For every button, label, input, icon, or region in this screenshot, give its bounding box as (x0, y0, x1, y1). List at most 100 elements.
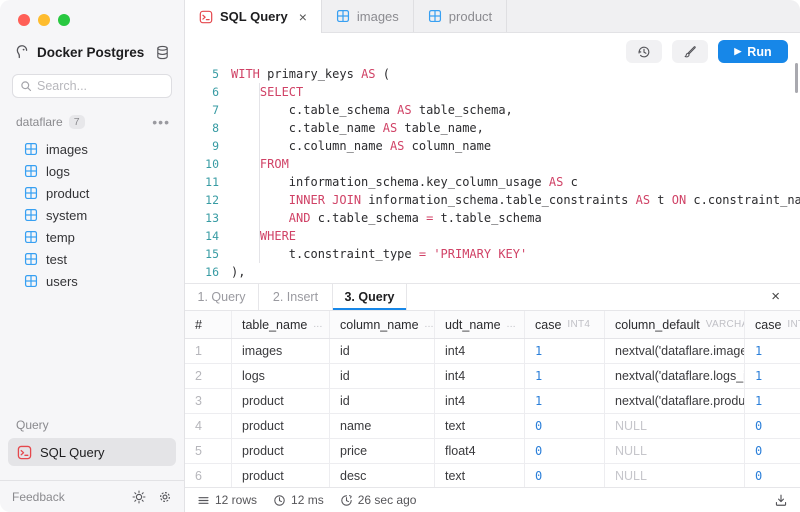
result-tab-2[interactable]: 2. Insert (259, 284, 333, 310)
table-cell[interactable]: id (330, 389, 435, 413)
connection-header: Docker Postgres (0, 36, 184, 66)
table-cell[interactable]: 0 (745, 414, 800, 438)
table-cell[interactable]: product (232, 389, 330, 413)
code-line: 16), (193, 263, 800, 281)
table-cell[interactable]: 4 (185, 414, 232, 438)
table-cell[interactable]: desc (330, 464, 435, 487)
download-icon[interactable] (774, 493, 788, 507)
traffic-light-zoom[interactable] (58, 14, 70, 26)
database-icon[interactable] (155, 45, 170, 60)
sidebar-item-system[interactable]: system (0, 204, 184, 226)
table-cell[interactable]: 0 (525, 464, 605, 487)
traffic-light-minimize[interactable] (38, 14, 50, 26)
table-cell[interactable]: 1 (185, 339, 232, 363)
table-cell[interactable]: price (330, 439, 435, 463)
table-cell[interactable]: text (435, 464, 525, 487)
column-header[interactable]: table_name... (232, 311, 330, 338)
column-header[interactable]: udt_name... (435, 311, 525, 338)
table-cell[interactable]: int4 (435, 364, 525, 388)
table-cell[interactable]: product (232, 464, 330, 487)
close-results-icon[interactable]: × (771, 288, 780, 305)
table-cell[interactable]: name (330, 414, 435, 438)
sidebar-item-users[interactable]: users (0, 270, 184, 292)
schema-row[interactable]: dataflare 7 ••• (0, 102, 184, 136)
line-number: 16 (193, 263, 219, 281)
column-header[interactable]: caseINT4 (745, 311, 800, 338)
code-area[interactable]: 5WITH primary_keys AS (6 SELECT7 c.table… (185, 33, 800, 281)
table-cell[interactable]: NULL (605, 439, 745, 463)
sql-editor[interactable]: ▶ Run 5WITH primary_keys AS (6 SELECT7 c… (185, 33, 800, 283)
sidebar-item-sql-query[interactable]: SQL Query (8, 438, 176, 466)
table-cell[interactable]: 2 (185, 364, 232, 388)
column-header[interactable]: column_name... (330, 311, 435, 338)
result-tab-3[interactable]: 3. Query (333, 284, 407, 310)
result-tab-1[interactable]: 1. Query (185, 284, 259, 310)
table-row[interactable]: 2logsidint41nextval('dataflare.logs_id_s… (185, 364, 800, 389)
table-cell[interactable]: float4 (435, 439, 525, 463)
history-button[interactable] (626, 40, 662, 63)
editor-scrollbar[interactable] (795, 63, 798, 93)
column-header[interactable]: caseINT4 (525, 311, 605, 338)
sidebar-item-images[interactable]: images (0, 138, 184, 160)
table-row[interactable]: 1imagesidint41nextval('dataflare.images_… (185, 339, 800, 364)
table-cell[interactable]: int4 (435, 389, 525, 413)
search-input[interactable] (37, 79, 164, 93)
feedback-link[interactable]: Feedback (12, 490, 120, 504)
table-cell[interactable]: 6 (185, 464, 232, 487)
sidebar-item-label: test (46, 252, 67, 267)
table-cell[interactable]: 0 (525, 439, 605, 463)
table-cell[interactable]: NULL (605, 464, 745, 487)
table-cell[interactable]: 0 (745, 439, 800, 463)
table-icon (24, 164, 38, 178)
table-cell[interactable]: 3 (185, 389, 232, 413)
more-icon[interactable]: ••• (152, 114, 170, 130)
sidebar-item-temp[interactable]: temp (0, 226, 184, 248)
tab-sql-query[interactable]: SQL Query × (185, 0, 322, 33)
table-cell[interactable]: 1 (745, 389, 800, 413)
schema-name: dataflare (16, 115, 63, 129)
table-row[interactable]: 3productidint41nextval('dataflare.produc… (185, 389, 800, 414)
table-cell[interactable]: 1 (745, 339, 800, 363)
table-cell[interactable]: nextval('dataflare.images_id_s... (605, 339, 745, 363)
table-cell[interactable]: 5 (185, 439, 232, 463)
play-icon: ▶ (734, 46, 741, 57)
sidebar-item-test[interactable]: test (0, 248, 184, 270)
column-header[interactable]: column_defaultVARCHAR (605, 311, 745, 338)
statusbar: 12 rows 12 ms 26 sec ago (185, 487, 800, 512)
table-cell[interactable]: 0 (525, 414, 605, 438)
table-row[interactable]: 5productpricefloat40NULL0 (185, 439, 800, 464)
tab-images[interactable]: images (322, 0, 414, 32)
table-cell[interactable]: 1 (525, 339, 605, 363)
sidebar-item-product[interactable]: product (0, 182, 184, 204)
gear-icon[interactable] (158, 490, 172, 504)
table-cell[interactable]: 0 (745, 464, 800, 487)
table-cell[interactable]: product (232, 439, 330, 463)
traffic-light-close[interactable] (18, 14, 30, 26)
table-cell[interactable]: logs (232, 364, 330, 388)
table-cell[interactable]: 1 (745, 364, 800, 388)
editor-toolbar: ▶ Run (626, 40, 788, 63)
table-cell[interactable]: 1 (525, 364, 605, 388)
run-button[interactable]: ▶ Run (718, 40, 788, 63)
table-row[interactable]: 4productnametext0NULL0 (185, 414, 800, 439)
table-cell[interactable]: id (330, 364, 435, 388)
theme-sun-icon[interactable] (132, 490, 146, 504)
sidebar-item-logs[interactable]: logs (0, 160, 184, 182)
sidebar-item-label: users (46, 274, 78, 289)
search-box[interactable] (12, 74, 172, 98)
table-cell[interactable]: id (330, 339, 435, 363)
line-number: 5 (193, 65, 219, 83)
table-row[interactable]: 6productdesctext0NULL0 (185, 464, 800, 487)
column-header[interactable]: # (185, 311, 232, 338)
table-cell[interactable]: product (232, 414, 330, 438)
table-cell[interactable]: text (435, 414, 525, 438)
table-cell[interactable]: images (232, 339, 330, 363)
table-cell[interactable]: int4 (435, 339, 525, 363)
tab-product[interactable]: product (414, 0, 507, 32)
close-icon[interactable]: × (299, 9, 307, 25)
table-cell[interactable]: nextval('dataflare.product_id_... (605, 389, 745, 413)
table-cell[interactable]: 1 (525, 389, 605, 413)
table-cell[interactable]: NULL (605, 414, 745, 438)
format-button[interactable] (672, 40, 708, 63)
table-cell[interactable]: nextval('dataflare.logs_id_seq'... (605, 364, 745, 388)
